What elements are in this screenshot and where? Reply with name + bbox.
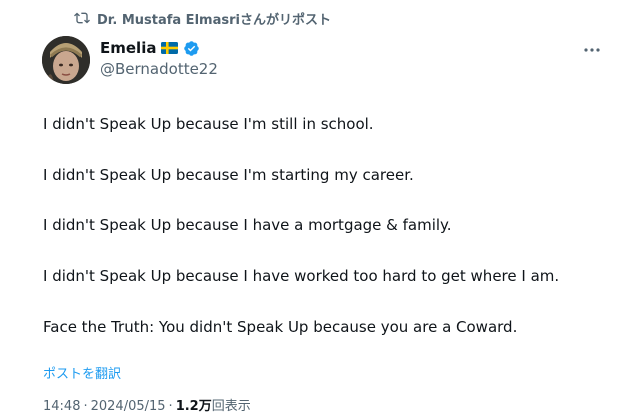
avatar[interactable] (42, 36, 90, 84)
author-name-row[interactable]: Emelia (100, 39, 200, 57)
translate-post-link[interactable]: ポストを翻訳 (43, 363, 121, 382)
more-dots-icon (584, 48, 600, 52)
tweet-line: I didn't Speak Up because I'm still in s… (43, 115, 374, 133)
tweet-date[interactable]: 2024/05/15 (91, 399, 166, 414)
views-label: 回表示 (211, 399, 251, 414)
tweet-line: I didn't Speak Up because I have a mortg… (43, 216, 452, 234)
tweet-meta: 14:48 · 2024/05/15 · 1.2万 回表示 (43, 395, 251, 414)
sweden-flag-icon (161, 42, 179, 54)
tweet-line: I didn't Speak Up because I have worked … (43, 267, 560, 285)
repost-header-text: Dr. Mustafa Elmasriさんがリポスト (97, 12, 331, 28)
repost-header[interactable]: Dr. Mustafa Elmasriさんがリポスト (74, 8, 331, 28)
more-options-button[interactable] (580, 40, 604, 60)
tweet-time[interactable]: 14:48 (43, 399, 80, 414)
repost-icon (74, 10, 90, 26)
author-handle[interactable]: @Bernadotte22 (100, 60, 218, 78)
tweet-line: I didn't Speak Up because I'm starting m… (43, 166, 414, 184)
verified-badge-icon[interactable] (183, 40, 200, 57)
tweet-line: Face the Truth: You didn't Speak Up beca… (43, 318, 518, 336)
author-name[interactable]: Emelia (100, 39, 156, 57)
meta-separator: · (83, 399, 88, 414)
meta-separator: · (168, 399, 173, 414)
views-count: 1.2万 (175, 399, 212, 414)
